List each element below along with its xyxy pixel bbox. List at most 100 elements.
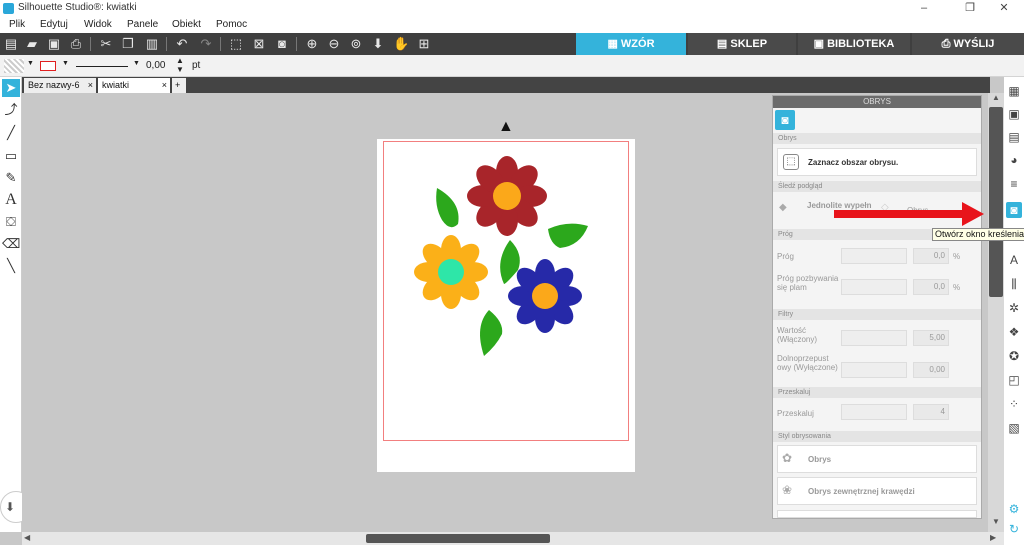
horizontal-scrollbar[interactable]: ◀ ▶ (22, 532, 1024, 545)
value-slider[interactable] (841, 330, 907, 346)
lowpass-input[interactable]: 0,00 (913, 362, 949, 378)
text-tool-icon[interactable]: A (2, 191, 20, 209)
scroll-down-icon[interactable]: ▼ (989, 517, 1003, 529)
new-tab-button[interactable]: + (172, 78, 186, 93)
print-icon[interactable]: ⎙ (68, 36, 84, 52)
knife-tool-icon[interactable]: ╲ (2, 257, 20, 275)
scroll-right-icon[interactable]: ▶ (990, 533, 996, 542)
tab-sklep[interactable]: ▤ SKLEP (688, 33, 796, 55)
scale-input[interactable]: 4 (913, 404, 949, 420)
threshold-input[interactable]: 0,0 (913, 248, 949, 264)
undo-icon[interactable]: ↶ (174, 36, 190, 52)
select-by-color-icon[interactable]: ◙ (274, 36, 290, 52)
align-icon[interactable]: ⫼ (1006, 276, 1022, 292)
copy-icon[interactable]: ❐ (120, 36, 136, 52)
vertical-scrollbar[interactable]: ▲ ▼ (988, 93, 1004, 532)
settings-gear-icon[interactable]: ⚙ (1006, 501, 1022, 517)
menu-panele[interactable]: Panele (127, 19, 158, 30)
save-icon[interactable]: ▣ (46, 36, 62, 52)
fill-bucket-icon[interactable]: ⛋ (2, 213, 20, 231)
trace-style-button[interactable]: ✿ Obrys (777, 445, 977, 473)
zoom-in-icon[interactable]: ⊕ (304, 36, 320, 52)
pencil-tool-icon[interactable]: ✎ (2, 169, 20, 187)
edit-points-icon[interactable]: ⤴ (2, 101, 20, 119)
leaf-top-left[interactable] (436, 188, 459, 228)
line-width-stepper[interactable]: ▲ ▼ (176, 56, 184, 74)
fill-color-icon[interactable]: ◕ (1006, 152, 1022, 168)
tab-biblioteka[interactable]: ▣ BIBLIOTEKA (798, 33, 910, 55)
line-style-dropdown-icon[interactable]: ▼ (133, 60, 140, 67)
layers-icon[interactable]: ▧ (1006, 420, 1022, 436)
pan-hand-icon[interactable]: ✋ (393, 36, 409, 52)
removal-slider[interactable] (841, 279, 907, 295)
line-tool-icon[interactable]: ╱ (2, 124, 20, 142)
text-style-icon[interactable]: A (1006, 252, 1022, 268)
menu-pomoc[interactable]: Pomoc (216, 19, 247, 30)
menu-plik[interactable]: Plik (9, 19, 25, 30)
eraser-tool-icon[interactable]: ⌫ (2, 235, 20, 253)
deselect-icon[interactable]: ⊠ (251, 36, 267, 52)
line-width-input[interactable]: 0,00 (146, 60, 165, 71)
blue-flower[interactable] (508, 259, 582, 333)
doc-tab-label: Bez nazwy-6 (28, 80, 80, 90)
page-setup-icon[interactable]: ▦ (1006, 83, 1022, 99)
lowpass-slider[interactable] (841, 362, 907, 378)
trace-outer-edge-button[interactable]: ❀ Obrys zewnętrznej krawędzi (777, 477, 977, 505)
menu-obiekt[interactable]: Obiekt (172, 19, 201, 30)
new-file-icon[interactable]: ▤ (3, 36, 19, 52)
sync-icon[interactable]: ↻ (1006, 521, 1022, 537)
offset-icon[interactable]: ◰ (1006, 372, 1022, 388)
fill-dropdown-icon[interactable]: ▼ (27, 60, 34, 67)
line-color-swatch[interactable] (40, 61, 56, 71)
transform-icon[interactable]: ✲ (1006, 300, 1022, 316)
doc-tab-kwiatki[interactable]: kwiatki × (98, 78, 170, 93)
vertical-scroll-thumb[interactable] (989, 107, 1003, 297)
minimize-button[interactable]: – (904, 0, 944, 17)
zoom-select-icon[interactable]: ⊚ (348, 36, 364, 52)
trace-style-more[interactable] (777, 510, 977, 518)
tab-wzor[interactable]: ▦ WZÓR (576, 33, 686, 55)
redo-icon[interactable]: ↷ (198, 36, 214, 52)
pixscan-icon[interactable]: ▤ (1006, 129, 1022, 145)
paste-icon[interactable]: ▥ (144, 36, 160, 52)
flowers-artwork[interactable] (400, 150, 600, 360)
registration-marks-icon[interactable]: ▣ (1006, 106, 1022, 122)
sketch-icon[interactable]: ⁘ (1006, 396, 1022, 412)
menu-edytuj[interactable]: Edytuj (40, 19, 68, 30)
trace-tab-icon[interactable]: ◙ (775, 110, 795, 130)
scale-slider[interactable] (841, 404, 907, 420)
modify-icon[interactable]: ✪ (1006, 348, 1022, 364)
close-tab-icon[interactable]: × (88, 78, 93, 93)
horizontal-scroll-thumb[interactable] (366, 534, 550, 543)
close-tab-icon[interactable]: × (162, 78, 167, 93)
line-style-sample[interactable] (76, 66, 128, 67)
close-button[interactable]: ✕ (984, 0, 1024, 17)
rectangle-tool-icon[interactable]: ▭ (2, 147, 20, 165)
trace-panel-icon[interactable]: ◙ (1006, 202, 1022, 218)
select-trace-area-button[interactable]: ⬚ Zaznacz obszar obrysu. (777, 148, 977, 176)
drag-view-icon[interactable]: ⬇ (370, 36, 386, 52)
removal-input[interactable]: 0,0 (913, 279, 949, 295)
line-style-icon[interactable]: ≡ (1006, 176, 1022, 192)
orange-flower[interactable] (414, 235, 488, 309)
cut-icon[interactable]: ✂ (98, 36, 114, 52)
line-color-dropdown-icon[interactable]: ▼ (62, 60, 69, 67)
doc-tab-bez-nazwy[interactable]: Bez nazwy-6 × (24, 78, 96, 93)
scroll-left-icon[interactable]: ◀ (24, 533, 30, 542)
leaf-right[interactable] (548, 223, 588, 248)
zoom-out-icon[interactable]: ⊖ (326, 36, 342, 52)
pointer-tool-icon[interactable]: ➤ (2, 79, 20, 97)
store-icon: ▤ (716, 38, 731, 50)
scroll-up-icon[interactable]: ▲ (989, 93, 1003, 105)
select-all-icon[interactable]: ⬚ (228, 36, 244, 52)
replicate-icon[interactable]: ❖ (1006, 324, 1022, 340)
value-input[interactable]: 5,00 (913, 330, 949, 346)
leaf-bottom[interactable] (480, 310, 503, 356)
tab-wyslij[interactable]: ⎙ WYŚLIJ (912, 33, 1024, 55)
fill-pattern-swatch[interactable] (4, 59, 24, 73)
threshold-slider[interactable] (841, 248, 907, 264)
red-flower[interactable] (467, 156, 547, 236)
menu-widok[interactable]: Widok (84, 19, 112, 30)
fit-to-page-icon[interactable]: ⊞ (416, 36, 432, 52)
open-folder-icon[interactable]: ▰ (24, 36, 40, 52)
